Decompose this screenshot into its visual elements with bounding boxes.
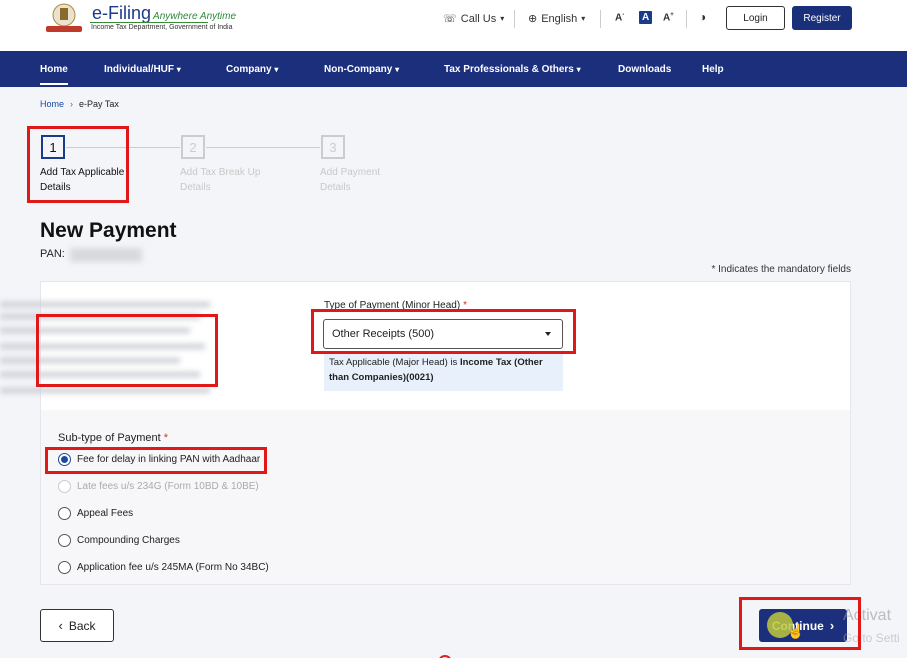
nav-home[interactable]: Home [40,64,68,85]
logo-subtitle: Income Tax Department, Government of Ind… [91,24,233,31]
radio-option-compounding-charges[interactable]: Compounding Charges [58,534,180,547]
divider [514,10,515,28]
back-button[interactable]: ‹ Back [40,609,114,642]
tax-applicable-info: Tax Applicable (Major Head) is Income Ta… [324,353,563,391]
contrast-icon[interactable]: ◑ [699,10,706,24]
breadcrumb: Home › e-Pay Tax [40,99,119,109]
chevron-down-icon: ▾ [395,65,400,74]
chevron-down-icon: ▾ [500,14,505,23]
divider [600,10,601,28]
step-2-circle: 2 [181,135,205,159]
chevron-right-icon: › [70,99,74,109]
nav-downloads[interactable]: Downloads [618,64,671,75]
pan-value-redacted [70,248,142,262]
radio-icon[interactable] [58,507,71,520]
chevron-down-icon: ▾ [581,14,586,23]
chevron-down-icon: ▾ [176,65,181,74]
register-button[interactable]: Register [792,6,852,30]
font-increase-button[interactable]: A+ [663,12,674,23]
highlight-box-subtype [45,447,267,474]
logo-tagline: Anywhere Anytime [153,11,237,22]
subtype-label: Sub-type of Payment * [58,432,169,444]
nav-non-company[interactable]: Non-Company ▾ [324,64,399,75]
chevron-left-icon: ‹ [58,618,63,633]
divider [686,10,687,28]
step-connector [206,147,320,148]
page-title: New Payment [40,219,177,242]
language-dropdown[interactable]: ⊕ English ▾ [528,12,586,26]
radio-icon[interactable] [58,534,71,547]
radio-option-application-fee-245ma[interactable]: Application fee u/s 245MA (Form No 34BC) [58,561,269,574]
font-normal-button[interactable]: A [639,11,653,24]
breadcrumb-current: e-Pay Tax [79,99,119,109]
highlight-box-step1 [27,126,129,203]
nav-tax-professionals[interactable]: Tax Professionals & Others ▾ [444,64,581,75]
radio-option-late-fees-234g: Late fees u/s 234G (Form 10BD & 10BE) [58,480,259,493]
globe-icon: ⊕ [528,13,538,25]
call-us-dropdown[interactable]: ☏ Call Us ▾ [443,12,505,26]
phone-icon: ☏ [443,13,457,25]
main-nav: Home Individual/HUF ▾ Company ▾ Non-Comp… [0,51,907,87]
breadcrumb-home[interactable]: Home [40,99,64,109]
highlight-box-continue [739,597,861,650]
logo-divider [90,22,208,23]
step-3-circle: 3 [321,135,345,159]
step-3-label: Add Payment Details [320,167,381,193]
radio-option-appeal-fees[interactable]: Appeal Fees [58,507,133,520]
mandatory-note: * Indicates the mandatory fields [711,264,851,275]
national-emblem-icon [46,3,82,32]
highlight-box-redacted [36,314,218,387]
font-decrease-button[interactable]: A- [615,12,624,23]
chevron-down-icon: ▾ [274,65,279,74]
nav-help[interactable]: Help [702,64,724,75]
nav-individual-huf[interactable]: Individual/HUF ▾ [104,64,181,75]
logo-title[interactable]: e-Filing Anywhere Anytime [92,3,236,24]
top-header: e-Filing Anywhere Anytime Income Tax Depa… [0,0,907,51]
step-2-label: Add Tax Break Up Details [180,167,261,193]
highlight-box-payment-type [311,309,576,354]
nav-company[interactable]: Company ▾ [226,64,278,75]
login-button[interactable]: Login [726,6,785,30]
pan-label: PAN: [40,248,65,260]
radio-icon[interactable] [58,561,71,574]
radio-icon [58,480,71,493]
chevron-down-icon: ▾ [576,65,581,74]
